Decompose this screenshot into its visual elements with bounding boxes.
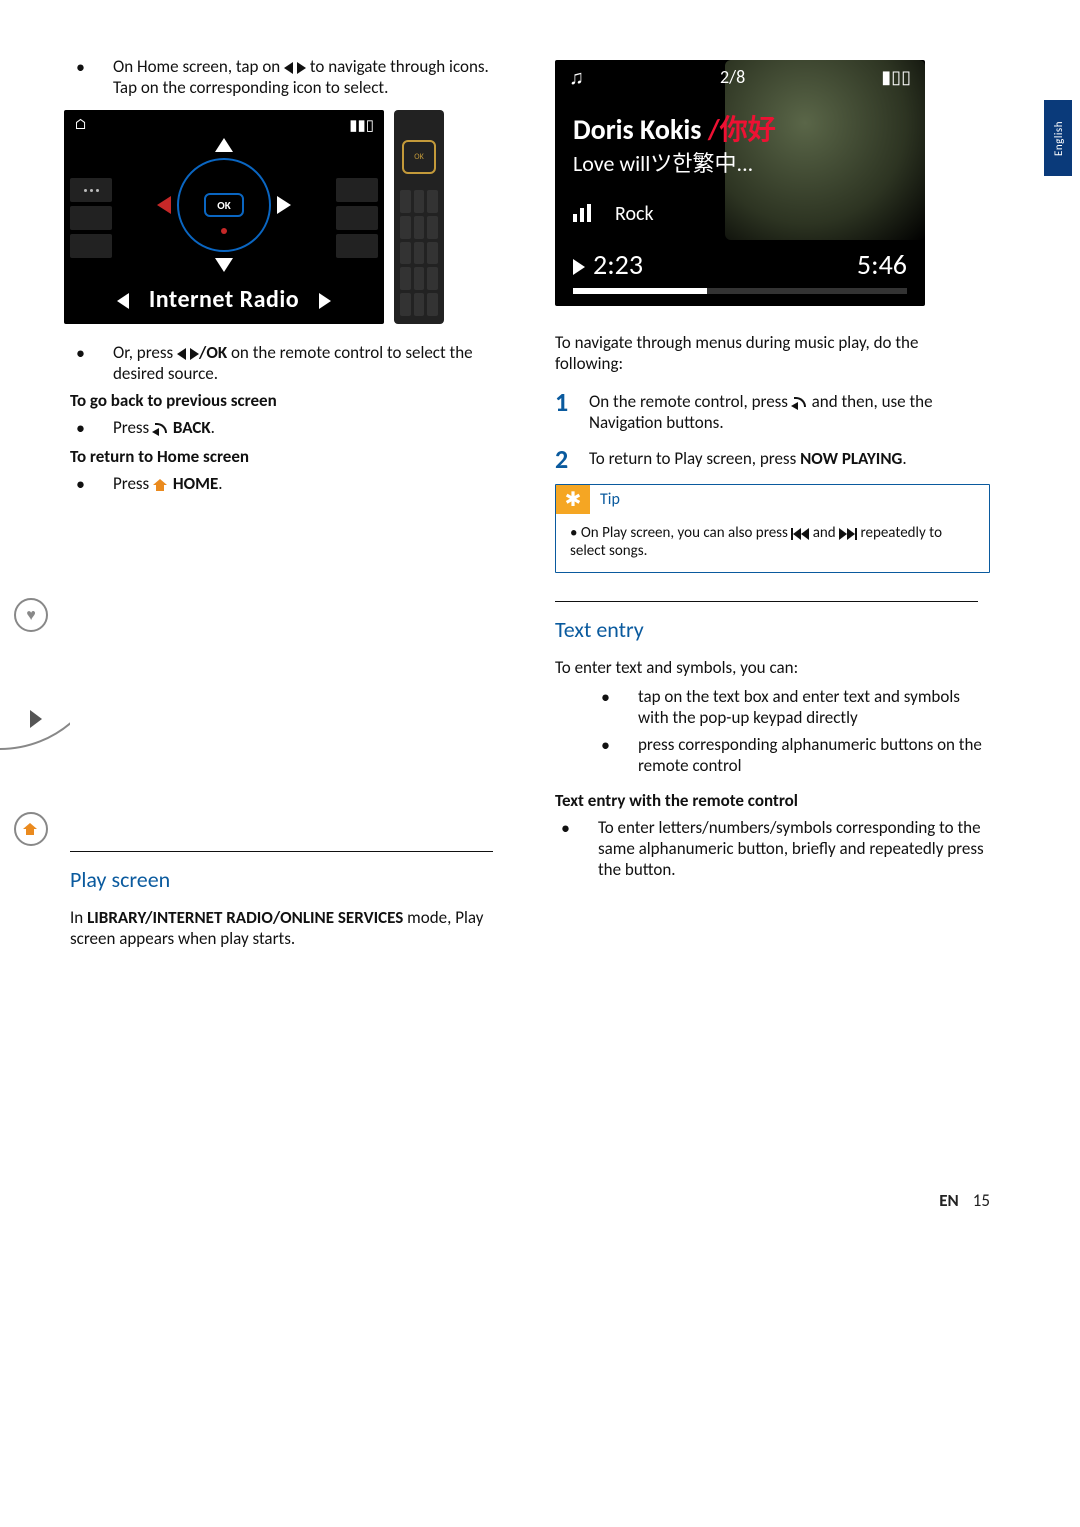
play-screen-screenshot: ♫ 2/8 ▮▯▯ Doris Kokis /你好 Love willツ한繁中.…	[555, 60, 925, 306]
device-screenshot-home: ⌂ ▮▮▯ OK Internet Radio OK	[64, 110, 505, 324]
progress-bar	[573, 288, 907, 294]
tip-box: ✱ Tip On Play screen, you can also press…	[555, 484, 990, 573]
instruction-item: press corresponding alphanumeric buttons…	[561, 734, 990, 776]
language-tab: English	[1044, 100, 1072, 176]
ok-button-label: OK	[204, 193, 244, 217]
divider	[70, 851, 493, 852]
instruction-item: Press HOME.	[76, 473, 505, 496]
step-item: 1 On the remote control, press and then,…	[555, 388, 990, 433]
back-icon	[792, 396, 808, 410]
prev-track-icon	[791, 524, 809, 542]
instruction-item: tap on the text box and enter text and s…	[561, 686, 990, 728]
device-screen: ⌂ ▮▮▯ OK Internet Radio	[64, 110, 384, 324]
play-icon	[573, 259, 585, 275]
paragraph: In LIBRARY/INTERNET RADIO/ONLINE SERVICE…	[70, 907, 505, 949]
next-track-icon	[839, 524, 857, 542]
back-icon	[153, 422, 169, 436]
elapsed-time: 2:23	[593, 247, 643, 282]
instruction-item: Press BACK.	[76, 417, 505, 440]
dial-illustration: ♥	[0, 590, 70, 850]
step-item: 2 To return to Play screen, press NOW PL…	[555, 445, 990, 472]
favorite-icon: ♥	[14, 598, 48, 632]
instruction-item: Or, press /OK on the remote control to s…	[76, 342, 505, 384]
nav-right-icon	[319, 293, 331, 309]
genre-label: Rock	[615, 202, 654, 226]
divider	[555, 601, 978, 602]
page-content: On Home screen, tap on to navigate throu…	[0, 0, 1080, 989]
sub-heading: To go back to previous screen	[70, 390, 505, 411]
ok-dpad-icon: OK	[159, 140, 289, 270]
right-column: ♫ 2/8 ▮▯▯ Doris Kokis /你好 Love willツ한繁中.…	[545, 56, 1050, 949]
music-note-icon: ♫	[569, 66, 584, 90]
instruction-item: On Home screen, tap on to navigate throu…	[76, 56, 505, 98]
sub-heading: To return to Home screen	[70, 446, 505, 467]
home-icon	[14, 812, 48, 846]
tip-star-icon: ✱	[556, 485, 590, 514]
tip-label: Tip	[590, 485, 630, 514]
sub-heading: Text entry with the remote control	[555, 790, 990, 811]
remote-illustration: OK	[394, 110, 444, 324]
track-subtitle: Love willツ한繁中...	[573, 146, 753, 178]
nav-arrows-icon	[177, 342, 199, 363]
home-icon	[153, 479, 167, 491]
signal-icon: ▮▯▯	[881, 66, 911, 90]
paragraph: To enter text and symbols, you can:	[555, 657, 990, 678]
track-counter: 2/8	[720, 66, 745, 90]
play-icon	[30, 710, 42, 728]
equalizer-icon	[573, 204, 591, 222]
total-time: 5:46	[857, 247, 907, 282]
signal-icon: ▮▮▯	[349, 116, 374, 135]
page-footer: EN15	[939, 1190, 990, 1211]
instruction-item: To enter letters/numbers/symbols corresp…	[561, 817, 990, 880]
nav-left-icon	[117, 293, 129, 309]
tip-item: On Play screen, you can also press and r…	[570, 524, 975, 560]
section-heading: Text entry	[555, 616, 990, 643]
paragraph: To navigate through menus during music p…	[555, 332, 990, 374]
nav-arrows-icon	[284, 56, 306, 77]
section-heading: Play screen	[70, 866, 505, 893]
screen-title: Internet Radio	[149, 285, 299, 314]
home-icon: ⌂	[74, 116, 87, 135]
left-column: On Home screen, tap on to navigate throu…	[30, 56, 505, 949]
